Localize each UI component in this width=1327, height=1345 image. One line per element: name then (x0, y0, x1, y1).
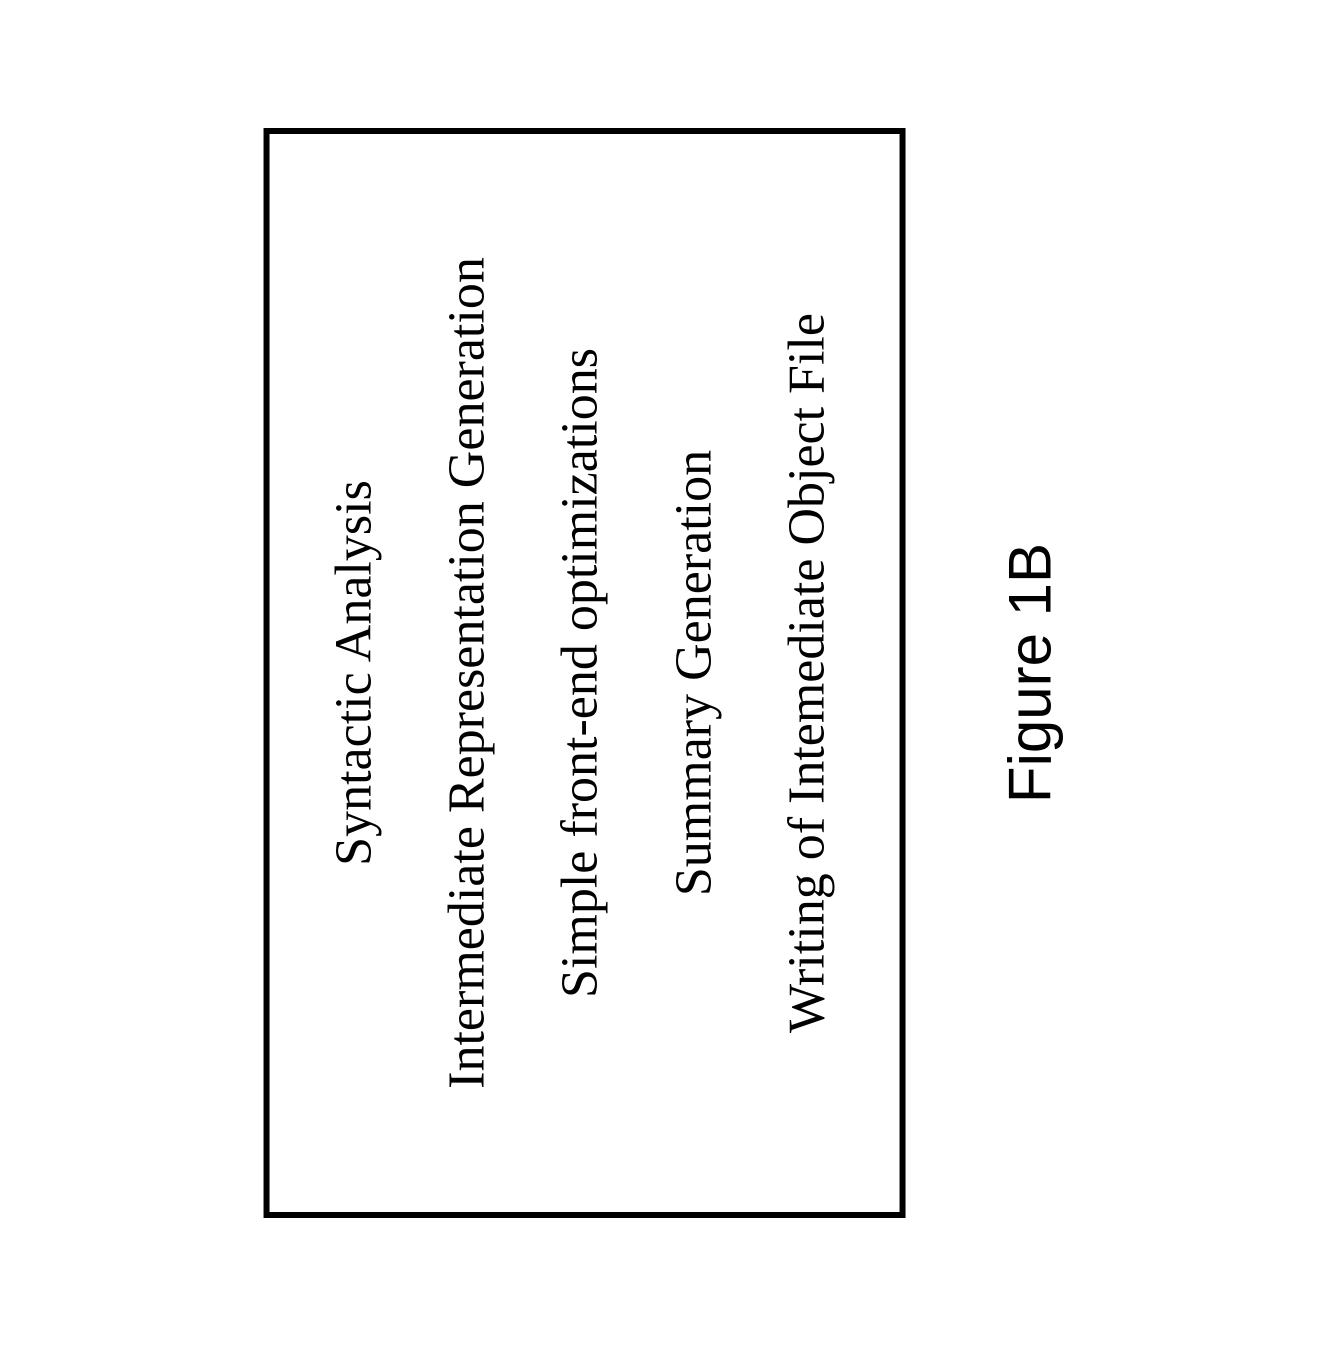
rotated-content: Syntactic Analysis Intermediate Represen… (263, 73, 1064, 1273)
figure-content: Syntactic Analysis Intermediate Represen… (263, 73, 1064, 1273)
figure-stage: Syntactic Analysis Intermediate Represen… (0, 0, 1327, 1345)
process-step: Summary Generation (665, 449, 722, 895)
process-step: Syntactic Analysis (325, 480, 382, 866)
figure-caption: Figure 1B (995, 542, 1064, 802)
process-step: Writing of Intemediate Object File (778, 313, 835, 1033)
process-step: Simple front-end optimizations (551, 348, 608, 998)
process-box: Syntactic Analysis Intermediate Represen… (263, 128, 905, 1218)
process-step: Intermediate Representation Generation (438, 257, 495, 1089)
